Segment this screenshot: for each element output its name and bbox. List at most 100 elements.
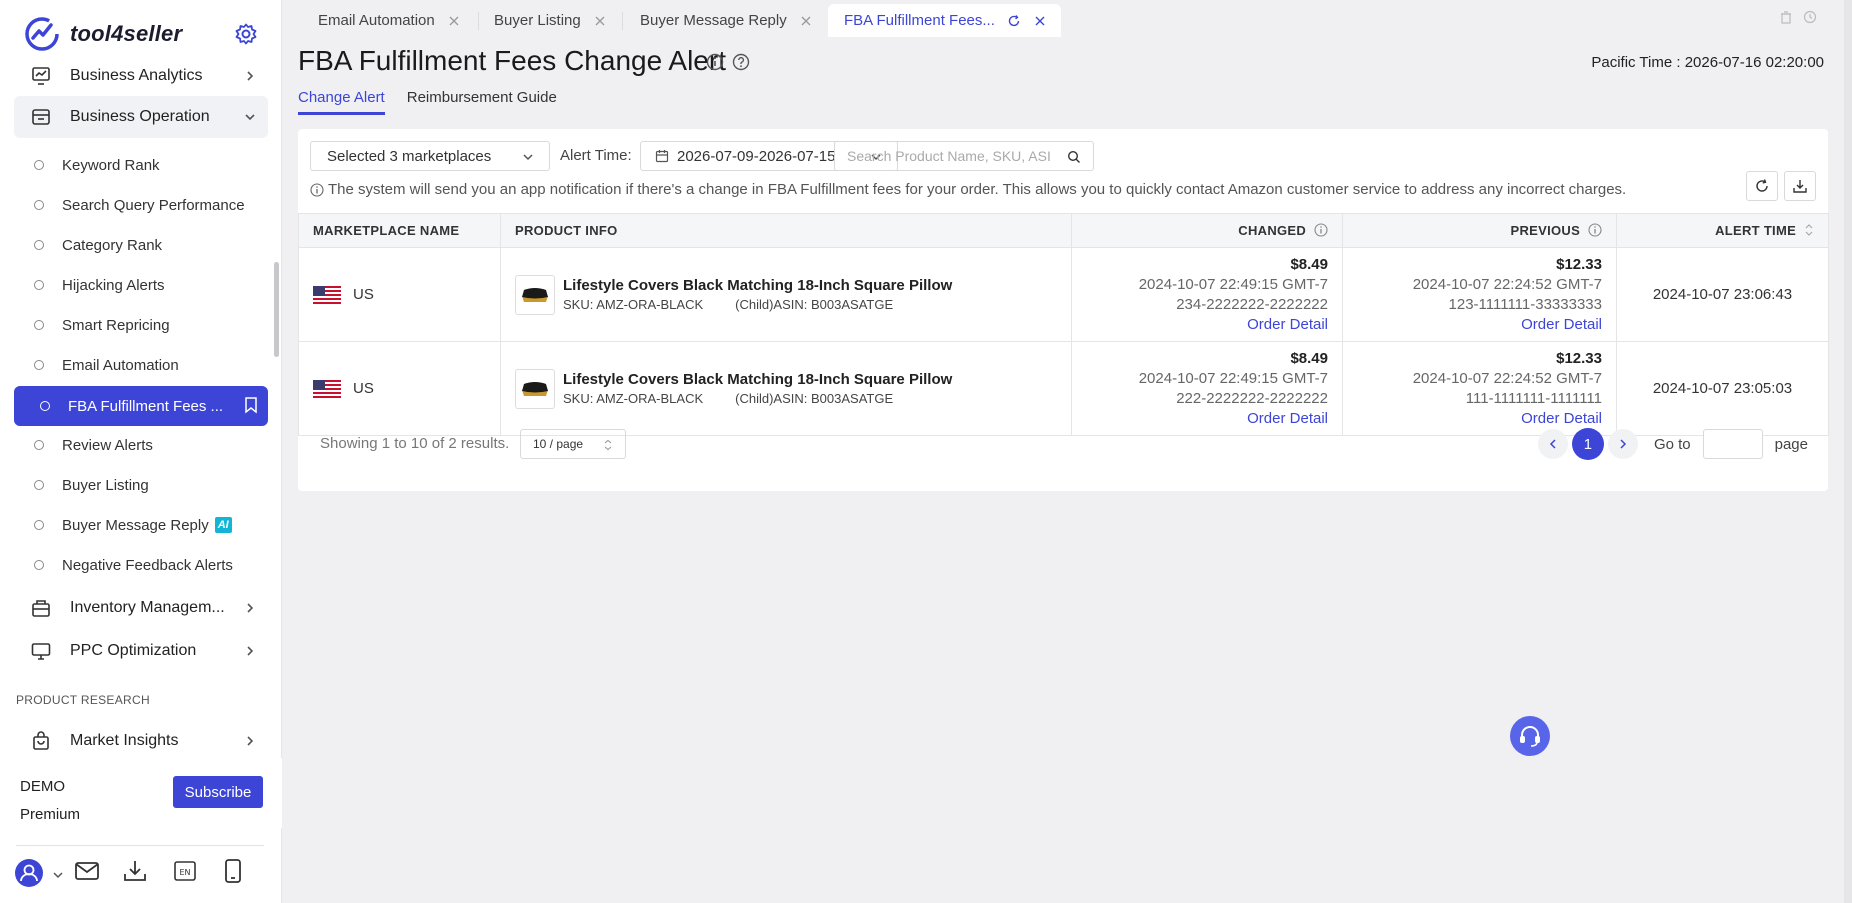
order-detail-link[interactable]: Order Detail xyxy=(1357,315,1602,335)
previous-order-id: 123-1111111-33333333 xyxy=(1448,295,1602,313)
page-title: FBA Fulfillment Fees Change Alert xyxy=(298,45,726,76)
chevron-down-icon[interactable] xyxy=(52,870,64,880)
goto-page-input[interactable] xyxy=(1702,429,1763,459)
page-scrollbar[interactable] xyxy=(1844,0,1852,903)
nav-inventory-management[interactable]: Inventory Managem... xyxy=(14,587,268,629)
chevron-right-icon xyxy=(1620,439,1626,449)
ai-badge: AI xyxy=(214,517,232,533)
page-number-current[interactable]: 1 xyxy=(1571,428,1604,460)
info-icon[interactable] xyxy=(706,53,724,71)
divider xyxy=(622,12,623,30)
table-footer: Showing 1 to 10 of 2 results. 10 / page … xyxy=(298,407,1828,491)
info-icon xyxy=(310,182,324,197)
section-label: PRODUCT RESEARCH xyxy=(16,693,150,707)
previous-time: 2024-10-07 22:24:52 GMT-7 xyxy=(1412,275,1602,293)
title-icons xyxy=(706,53,750,71)
marketplace-select[interactable]: Selected 3 marketplaces xyxy=(310,141,550,171)
help-icon[interactable] xyxy=(732,53,750,71)
close-icon[interactable] xyxy=(593,14,607,28)
subscribe-button[interactable]: Subscribe xyxy=(173,776,263,808)
changed-order-id: 222-2222222-2222222 xyxy=(1176,389,1328,407)
order-detail-link[interactable]: Order Detail xyxy=(1086,315,1328,335)
sidebar-item-keyword-rank[interactable]: Keyword Rank xyxy=(14,146,268,184)
product-asin: (Child)ASIN: B003ASATGE xyxy=(735,297,894,312)
next-page-button[interactable] xyxy=(1607,429,1638,459)
page-size-select[interactable]: 10 / page xyxy=(520,429,626,459)
logo[interactable]: tool4seller xyxy=(24,14,274,54)
bookmark-icon[interactable] xyxy=(242,396,260,414)
sidebar-item-review-alerts[interactable]: Review Alerts xyxy=(14,426,268,464)
product-title[interactable]: Lifestyle Covers Black Matching 18-Inch … xyxy=(563,371,952,388)
avatar-icon[interactable] xyxy=(14,858,44,888)
filter-bar: Selected 3 marketplaces Alert Time: 2026… xyxy=(310,141,1810,171)
page-label: page xyxy=(1774,435,1808,453)
alerts-table: MARKETPLACE NAME PRODUCT INFO CHANGED PR… xyxy=(298,213,1829,436)
subtab-change-alert[interactable]: Change Alert xyxy=(298,89,385,115)
search-icon[interactable] xyxy=(1067,150,1081,164)
refresh-button[interactable] xyxy=(1746,171,1778,201)
sidebar-item-buyer-listing[interactable]: Buyer Listing xyxy=(14,466,268,504)
info-icon[interactable] xyxy=(1588,223,1602,237)
gear-icon[interactable] xyxy=(234,22,258,46)
tab-fba-fulfillment-fees[interactable]: FBA Fulfillment Fees... xyxy=(828,4,1061,37)
previous-time: 2024-10-07 22:24:52 GMT-7 xyxy=(1412,369,1602,387)
sidebar-item-label: Buyer Message Reply xyxy=(62,516,209,534)
close-icon[interactable] xyxy=(447,14,461,28)
nav-business-operation[interactable]: Business Operation xyxy=(14,96,268,138)
support-chat-button[interactable] xyxy=(1510,716,1550,756)
mobile-icon[interactable] xyxy=(220,858,246,884)
bullet-icon xyxy=(34,480,44,490)
chevron-left-icon xyxy=(1549,439,1556,449)
tab-email-automation[interactable]: Email Automation xyxy=(318,4,461,37)
download-icon[interactable] xyxy=(122,858,148,884)
sidebar-item-fba-fulfillment-fees[interactable]: FBA Fulfillment Fees ... xyxy=(14,386,268,426)
search-input[interactable]: Search Product Name, SKU, ASI xyxy=(834,141,1094,171)
nav-label: Market Insights xyxy=(70,732,179,749)
cell-changed: $8.49 2024-10-07 22:49:15 GMT-7 234-2222… xyxy=(1071,247,1343,342)
col-alert-time[interactable]: ALERT TIME xyxy=(1616,213,1829,248)
nav-business-analytics[interactable]: Business Analytics xyxy=(14,55,268,97)
tab-buyer-listing[interactable]: Buyer Listing xyxy=(494,4,607,37)
cell-product: Lifestyle Covers Black Matching 18-Inch … xyxy=(500,247,1072,342)
trash-icon[interactable] xyxy=(1779,10,1793,24)
col-previous: PREVIOUS xyxy=(1342,213,1617,248)
product-title[interactable]: Lifestyle Covers Black Matching 18-Inch … xyxy=(563,277,952,294)
date-range-value: 2026-07-09-2026-07-15 xyxy=(677,147,836,165)
product-thumbnail[interactable] xyxy=(515,274,555,315)
sidebar-item-buyer-message-reply[interactable]: Buyer Message Reply AI xyxy=(14,506,268,544)
bullet-icon xyxy=(34,200,44,210)
export-button[interactable] xyxy=(1784,171,1816,201)
prev-page-button[interactable] xyxy=(1537,429,1568,459)
refresh-icon[interactable] xyxy=(1007,14,1021,28)
sidebar-item-category-rank[interactable]: Category Rank xyxy=(14,226,268,264)
account-plan: Premium xyxy=(20,806,81,823)
sidebar-item-email-automation[interactable]: Email Automation xyxy=(14,346,268,384)
close-icon[interactable] xyxy=(799,14,813,28)
account-panel: DEMO Premium Subscribe xyxy=(0,758,282,828)
col-label: CHANGED xyxy=(1238,223,1307,238)
sidebar-item-smart-repricing[interactable]: Smart Repricing xyxy=(14,306,268,344)
product-sku: SKU: AMZ-ORA-BLACK xyxy=(563,297,704,312)
account-name: DEMO xyxy=(20,778,65,795)
sidebar-scrollbar[interactable] xyxy=(274,262,279,357)
info-icon[interactable] xyxy=(1314,223,1328,237)
sidebar-item-label: FBA Fulfillment Fees ... xyxy=(68,397,224,415)
sidebar-item-negative-feedback-alerts[interactable]: Negative Feedback Alerts xyxy=(14,546,268,584)
nav-market-insights[interactable]: Market Insights xyxy=(14,720,268,762)
sidebar-item-hijacking-alerts[interactable]: Hijacking Alerts xyxy=(14,266,268,304)
app-name: tool4seller xyxy=(70,21,183,46)
changed-time: 2024-10-07 22:49:15 GMT-7 xyxy=(1138,275,1328,293)
sort-icon[interactable] xyxy=(1804,223,1814,237)
chevron-right-icon xyxy=(247,736,254,746)
sidebar-item-search-query-performance[interactable]: Search Query Performance xyxy=(14,186,268,224)
tab-buyer-message-reply[interactable]: Buyer Message Reply xyxy=(640,4,813,37)
pacific-time: Pacific Time : 2026-07-16 02:20:00 xyxy=(1591,54,1824,71)
product-thumbnail[interactable] xyxy=(515,368,555,409)
mail-icon[interactable] xyxy=(74,858,100,884)
history-icon[interactable] xyxy=(1803,10,1817,24)
close-icon[interactable] xyxy=(1033,14,1047,28)
bottom-toolbar: EN xyxy=(14,858,274,892)
subtab-reimbursement-guide[interactable]: Reimbursement Guide xyxy=(407,89,557,115)
language-en-icon[interactable]: EN xyxy=(172,858,198,884)
nav-ppc-optimization[interactable]: PPC Optimization xyxy=(14,630,268,672)
